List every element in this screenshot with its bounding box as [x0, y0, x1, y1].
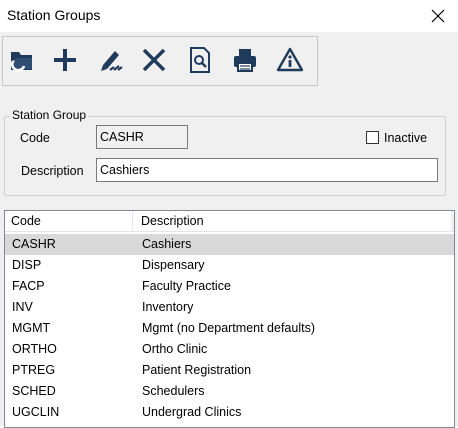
preview-icon	[190, 47, 210, 73]
close-button[interactable]	[418, 0, 458, 32]
cell-code: FACP	[12, 279, 45, 293]
edit-icon	[101, 51, 123, 71]
edit-button[interactable]	[95, 44, 127, 76]
cell-code: INV	[12, 300, 33, 314]
preview-button[interactable]	[184, 44, 216, 76]
cell-description: Faculty Practice	[142, 279, 231, 293]
scrollbar[interactable]	[451, 211, 454, 231]
delete-button[interactable]	[138, 44, 170, 76]
cell-description: Schedulers	[142, 384, 205, 398]
print-button[interactable]	[229, 44, 261, 76]
cell-description: Patient Registration	[142, 363, 252, 377]
inactive-label: Inactive	[384, 131, 428, 145]
station-groups-grid: Code Description CASHR Cashiers DISP Dispen…	[4, 210, 455, 428]
cell-description: Cashiers	[142, 237, 192, 251]
table-row[interactable]: ORTHO Ortho Clinic	[5, 339, 454, 360]
print-icon	[234, 49, 256, 72]
table-row[interactable]: UGCLIN Undergrad Clinics	[5, 402, 454, 423]
warning-icon	[276, 47, 304, 72]
delete-icon	[142, 48, 166, 72]
warning-button[interactable]	[274, 44, 306, 76]
station-group-frame	[4, 116, 446, 196]
title-bar: Station Groups	[0, 0, 458, 32]
cell-description: Dispensary	[142, 258, 205, 272]
cell-code: DISP	[12, 258, 42, 272]
table-row[interactable]: MGMT Mgmt (no Department defaults)	[5, 318, 454, 339]
add-icon	[54, 49, 76, 71]
column-header-description[interactable]: Description	[135, 211, 450, 231]
cell-code: UGCLIN	[12, 405, 60, 419]
cell-code: MGMT	[12, 321, 51, 335]
cell-description: Undergrad Clinics	[142, 405, 242, 419]
cell-code: ORTHO	[12, 342, 57, 356]
cell-code: PTREG	[12, 363, 56, 377]
open-button[interactable]	[6, 44, 38, 76]
code-label: Code	[20, 131, 50, 145]
close-icon	[431, 9, 445, 23]
toolbar	[2, 36, 318, 86]
add-button[interactable]	[49, 44, 81, 76]
cell-code: SCHED	[12, 384, 56, 398]
grid-header: Code Description	[5, 211, 454, 232]
open-folder-icon	[11, 52, 32, 72]
table-row[interactable]: SCHED Schedulers	[5, 381, 454, 402]
description-label: Description	[21, 164, 84, 178]
table-row[interactable]: FACP Faculty Practice	[5, 276, 454, 297]
cell-description: Mgmt (no Department defaults)	[142, 321, 315, 335]
table-row[interactable]: DISP Dispensary	[5, 255, 454, 276]
cell-description: Ortho Clinic	[142, 342, 208, 356]
cell-description: Inventory	[142, 300, 194, 314]
inactive-checkbox[interactable]	[366, 131, 379, 144]
table-row[interactable]: INV Inventory	[5, 297, 454, 318]
table-row[interactable]: CASHR Cashiers	[5, 234, 454, 255]
column-header-code[interactable]: Code	[5, 211, 133, 231]
cell-code: CASHR	[12, 237, 56, 251]
window-title: Station Groups	[7, 7, 101, 23]
station-group-label: Station Group	[10, 108, 89, 122]
code-field[interactable]: CASHR	[96, 125, 188, 149]
table-row[interactable]: PTREG Patient Registration	[5, 360, 454, 381]
description-field[interactable]: Cashiers	[96, 158, 438, 182]
